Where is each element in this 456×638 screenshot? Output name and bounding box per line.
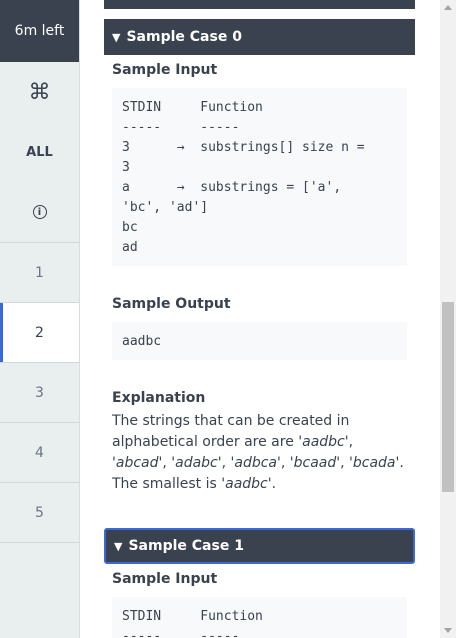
previous-section-edge [104,0,415,9]
sample-input-label: Sample Input [112,62,218,78]
code-line: ad [122,240,138,255]
explanation-string: bcaad [293,455,337,471]
explanation-string: adabc [175,455,218,471]
app-window: 6m left ⌘ ALL i 1 2 3 4 5 ▼ Sample Case … [0,0,456,638]
sample-input-label: Sample Input [112,571,218,587]
code-line: ----- ----- [122,629,240,638]
sample-case-1-header[interactable]: ▼ Sample Case 1 [104,528,415,564]
sample-case-1-title: Sample Case 1 [128,538,244,554]
explanation-string: aadbc [225,476,268,492]
explanation-string: bcada [352,455,396,471]
question-sidebar: 6m left ⌘ ALL i 1 2 3 4 5 [0,0,80,638]
code-line: bc [122,220,138,235]
sample-input-code: STDIN Function ----- ----- [112,597,407,638]
explanation-part: ', ' [277,455,294,471]
scrollbar-thumb[interactable] [442,302,454,492]
scroll-up-arrow-icon[interactable] [444,5,452,10]
code-line: STDIN Function [122,609,263,624]
code-line: 3 [122,160,130,175]
sample-case-0-title: Sample Case 0 [126,29,242,45]
info-icon: i [32,205,47,219]
question-item-1[interactable]: 1 [0,243,79,303]
explanation-string: aadbc [302,434,345,450]
triangle-down-icon: ▼ [112,30,121,44]
sample-output-code: aadbc [112,322,407,360]
code-line: 3 → substrings[] size n = [122,140,365,155]
explanation-label: Explanation [112,390,206,406]
sample-input-code: STDIN Function ----- ----- 3 → substring… [112,88,407,266]
info-button[interactable]: i [0,182,79,242]
explanation-string: adbca [234,455,277,471]
question-item-3[interactable]: 3 [0,363,79,423]
explanation-part: ', ' [336,455,353,471]
triangle-down-icon: ▼ [114,539,123,553]
all-questions-button[interactable]: ALL [0,122,79,182]
vertical-scrollbar[interactable] [440,0,456,638]
code-line: a → substrings = ['a', [122,180,342,195]
question-item-4[interactable]: 4 [0,423,79,483]
sample-case-0-header[interactable]: ▼ Sample Case 0 [104,19,415,55]
command-glyph: ⌘ [28,79,51,105]
time-remaining: 6m left [0,0,79,62]
question-item-5[interactable]: 5 [0,483,79,543]
explanation-part: ', ' [217,455,235,471]
code-line: ----- ----- [122,120,240,135]
explanation-part: '. [267,476,277,492]
scroll-down-arrow-icon[interactable] [444,628,452,633]
code-line: 'bc', 'ad'] [122,200,209,215]
explanation-part: ', ' [158,455,176,471]
explanation-text: The strings that can be created in alpha… [112,411,412,495]
code-line: STDIN Function [122,100,263,115]
explanation-string: abcad [115,455,159,471]
command-icon[interactable]: ⌘ [0,62,79,122]
sample-output-label: Sample Output [112,296,231,312]
question-list: 1 2 3 4 5 [0,242,79,543]
output-value: aadbc [122,334,162,349]
problem-content: ▼ Sample Case 0 Sample Input STDIN Funct… [80,0,440,638]
question-item-2[interactable]: 2 [0,303,79,363]
